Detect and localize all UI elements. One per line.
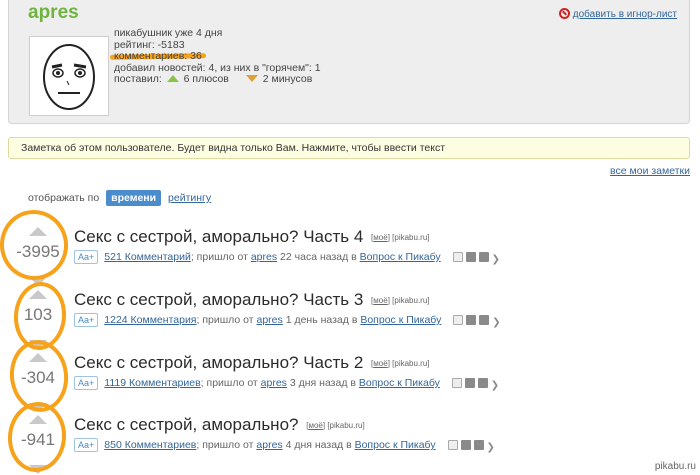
- sort-by-time-button[interactable]: времени: [106, 190, 162, 206]
- post-comments-link[interactable]: 850 Комментариев: [104, 439, 196, 451]
- post-meta: Aa+ 850 Комментариев; пришло от apres 4 д…: [74, 438, 495, 453]
- text-size-button[interactable]: Aa+: [74, 250, 99, 264]
- post-title[interactable]: Секс с сестрой, аморально? [моё] [pikabu…: [74, 415, 365, 435]
- profile-age: пикабушник уже 4 дня: [114, 27, 223, 39]
- plus-arrow-icon: [166, 75, 179, 82]
- voted-prefix: поставил:: [114, 73, 162, 85]
- avatar: [29, 36, 109, 116]
- post-tags: [моё] [pikabu.ru]: [371, 296, 430, 305]
- share-icons: ❯: [450, 315, 501, 328]
- post-author-link[interactable]: apres: [256, 439, 282, 451]
- came-from-label: ; пришло от: [196, 439, 254, 451]
- profile-voted: поставил: 6 плюсов 2 минусов: [114, 73, 321, 86]
- pluses-count: 6 плюсов: [183, 73, 229, 85]
- tag-mine[interactable]: моё: [308, 421, 322, 430]
- profile-info: пикабушник уже 4 дня рейтинг: -5183 комм…: [114, 27, 321, 86]
- minuses-count: 2 минусов: [262, 73, 313, 85]
- save-icon[interactable]: [452, 252, 463, 262]
- post-tags: [моё] [pikabu.ru]: [371, 233, 430, 242]
- facebook-icon[interactable]: [464, 378, 475, 388]
- block-icon: [558, 8, 570, 19]
- post-meta: Aa+ 1119 Комментариев; пришло от apres 3 …: [74, 376, 499, 391]
- post-title-text[interactable]: Секс с сестрой, аморально? Часть 2: [74, 353, 363, 372]
- tag-source: [pikabu.ru]: [392, 359, 430, 368]
- twitter-icon[interactable]: ❯: [492, 254, 500, 265]
- tag-mine[interactable]: моё: [373, 296, 387, 305]
- share-icons: ❯: [450, 252, 500, 265]
- post-title-text[interactable]: Секс с сестрой, аморально?: [74, 415, 298, 434]
- came-from-label: ; пришло от: [196, 314, 254, 326]
- post-item: -304 Секс с сестрой, аморально? Часть 2 …: [0, 353, 700, 413]
- text-size-button[interactable]: Aa+: [74, 313, 99, 327]
- post-author-link[interactable]: apres: [251, 251, 277, 263]
- vk-icon[interactable]: [473, 440, 484, 450]
- profile-comments: комментариев: 36: [114, 50, 202, 62]
- post-comments-link[interactable]: 521 Комментарий: [104, 251, 191, 263]
- sort-bar: отображать по времени рейтингу: [28, 190, 211, 206]
- post-community-link[interactable]: Вопрос к Пикабу: [360, 314, 441, 326]
- save-icon[interactable]: [451, 378, 462, 388]
- watermark: pikabu.ru: [654, 461, 696, 472]
- post-title[interactable]: Секс с сестрой, аморально? Часть 4 [моё]…: [74, 227, 430, 247]
- vk-icon[interactable]: [478, 252, 489, 262]
- post-tags: [моё] [pikabu.ru]: [371, 359, 430, 368]
- post-time: 1 день назад в: [285, 314, 358, 326]
- post-community-link[interactable]: Вопрос к Пикабу: [355, 439, 436, 451]
- save-icon[interactable]: [447, 440, 458, 450]
- profile-username[interactable]: apres: [28, 2, 79, 24]
- post-tags: [моё] [pikabu.ru]: [306, 421, 365, 430]
- sort-label: отображать по: [28, 192, 100, 204]
- all-notes-link[interactable]: все мои заметки: [610, 165, 690, 177]
- post-time: 4 дня назад в: [285, 439, 352, 451]
- text-size-button[interactable]: Aa+: [74, 376, 99, 390]
- post-title[interactable]: Секс с сестрой, аморально? Часть 2 [моё]…: [74, 353, 430, 373]
- came-from-label: ; пришло от: [200, 377, 258, 389]
- share-icons: ❯: [445, 440, 495, 453]
- twitter-icon[interactable]: ❯: [487, 442, 495, 453]
- post-community-link[interactable]: Вопрос к Пикабу: [360, 251, 441, 263]
- vk-icon[interactable]: [477, 378, 488, 388]
- post-comments-link[interactable]: 1224 Комментария: [104, 314, 196, 326]
- twitter-icon[interactable]: ❯: [492, 317, 500, 328]
- ignore-link-label: добавить в игнор-лист: [572, 9, 677, 20]
- post-time: 3 дня назад в: [289, 377, 356, 389]
- user-note-input[interactable]: Заметка об этом пользователе. Будет видн…: [8, 137, 690, 159]
- post-title-text[interactable]: Секс с сестрой, аморально? Часть 3: [74, 290, 363, 309]
- troll-face-avatar-icon: [43, 44, 95, 110]
- ignore-user-link[interactable]: добавить в игнор-лист: [558, 8, 677, 20]
- post-community-link[interactable]: Вопрос к Пикабу: [359, 377, 440, 389]
- post-comments-link[interactable]: 1119 Комментариев: [104, 377, 200, 389]
- post-time: 22 часа назад в: [280, 251, 357, 263]
- post-title[interactable]: Секс с сестрой, аморально? Часть 3 [моё]…: [74, 290, 430, 310]
- post-author-link[interactable]: apres: [261, 377, 287, 389]
- text-size-button[interactable]: Aa+: [74, 438, 99, 452]
- tag-source: [pikabu.ru]: [327, 421, 365, 430]
- share-icons: ❯: [449, 378, 499, 391]
- facebook-icon[interactable]: [465, 252, 476, 262]
- post-item: -3995 Секс с сестрой, аморально? Часть 4…: [0, 227, 700, 287]
- tag-mine[interactable]: моё: [373, 233, 387, 242]
- facebook-icon[interactable]: [460, 440, 471, 450]
- profile-box: apres добавить в игнор-лист: [8, 0, 690, 124]
- tag-source: [pikabu.ru]: [392, 233, 430, 242]
- post-meta: Aa+ 1224 Комментария; пришло от apres 1 д…: [74, 313, 501, 328]
- vk-icon[interactable]: [479, 315, 490, 325]
- post-item: 103 Секс с сестрой, аморально? Часть 3 […: [0, 290, 700, 350]
- tag-mine[interactable]: моё: [373, 359, 387, 368]
- came-from-label: ; пришло от: [190, 251, 248, 263]
- tag-source: [pikabu.ru]: [392, 296, 430, 305]
- post-item: -941 Секс с сестрой, аморально? [моё] [p…: [0, 415, 700, 475]
- save-icon[interactable]: [453, 315, 464, 325]
- minus-arrow-icon: [245, 75, 258, 82]
- post-meta: Aa+ 521 Комментарий; пришло от apres 22 ч…: [74, 250, 500, 265]
- post-author-link[interactable]: apres: [257, 314, 283, 326]
- twitter-icon[interactable]: ❯: [491, 380, 499, 391]
- facebook-icon[interactable]: [466, 315, 477, 325]
- sort-by-rating-link[interactable]: рейтингу: [168, 192, 211, 204]
- post-title-text[interactable]: Секс с сестрой, аморально? Часть 4: [74, 227, 363, 246]
